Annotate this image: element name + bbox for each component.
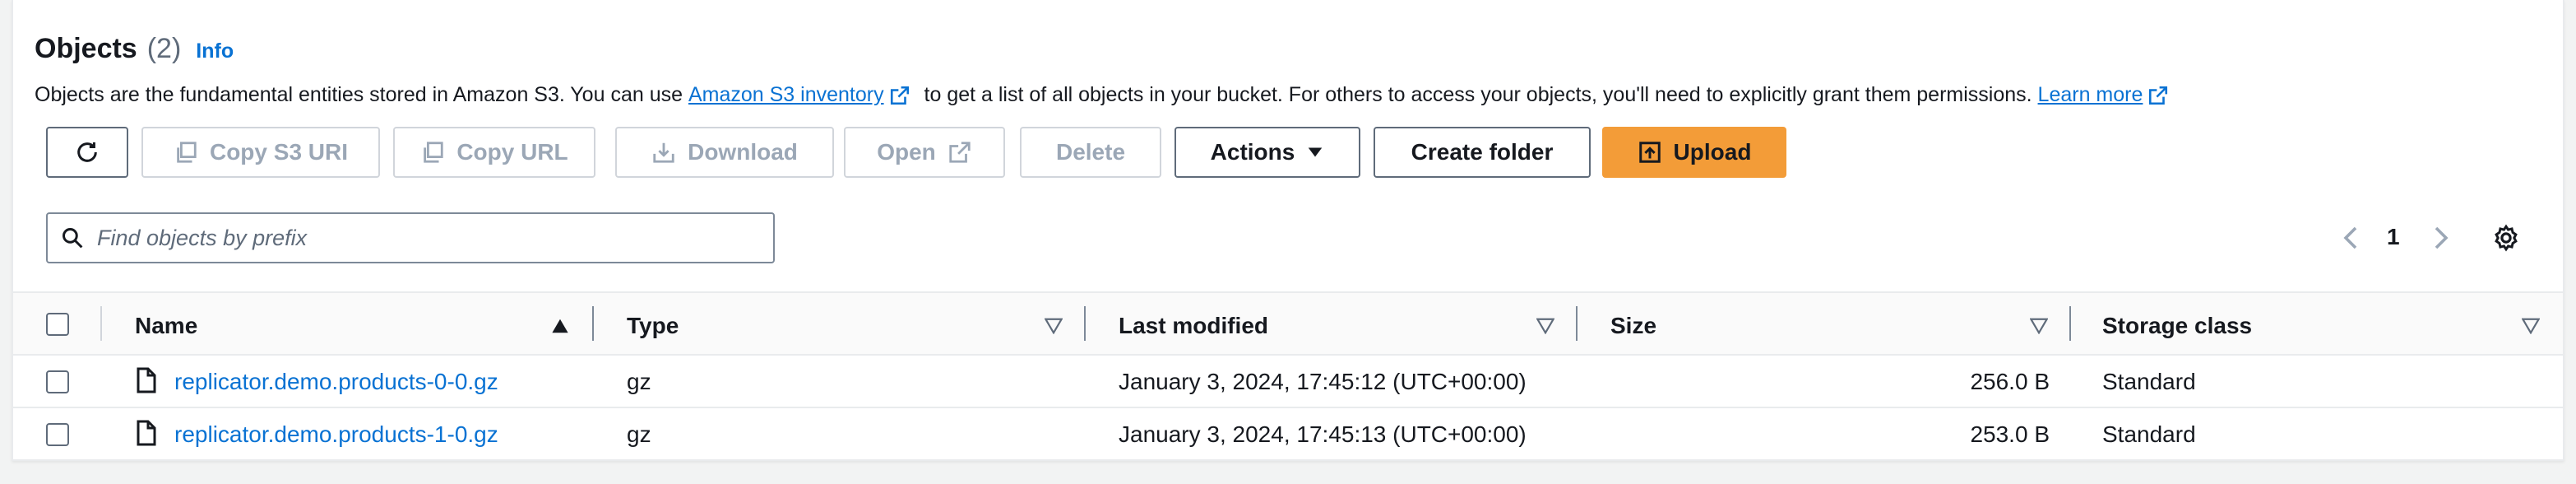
inventory-link[interactable]: Amazon S3 inventory [688,83,884,107]
column-header-storage-class[interactable]: Storage class [2102,313,2252,339]
download-icon [653,142,674,163]
copy-icon [424,142,443,163]
search-icon [63,228,83,249]
description-text-2: to get a list of all objects in your buc… [918,83,2038,106]
object-name-link[interactable]: replicator.demo.products-1-0.gz [174,421,498,448]
column-header-size[interactable]: Size [1610,313,1656,339]
copy-url-label: Copy URL [456,139,568,165]
search-box [46,212,775,263]
learn-more-link[interactable]: Learn more [2038,83,2143,107]
file-icon [137,367,156,393]
sort-down-icon[interactable] [1536,318,1554,334]
column-divider[interactable] [2069,306,2071,341]
external-link-icon[interactable] [2147,85,2169,106]
object-last-modified: January 3, 2024, 17:45:12 (UTC+00:00) [1119,369,1527,394]
upload-button[interactable]: Upload [1602,127,1786,178]
table-row: replicator.demo.products-1-0.gz gz Janua… [13,408,2563,461]
settings-icon[interactable] [2492,224,2520,252]
description: Objects are the fundamental entities sto… [35,83,2177,107]
object-name-link[interactable]: replicator.demo.products-0-0.gz [174,369,498,395]
delete-label: Delete [1055,139,1126,165]
column-divider[interactable] [1084,306,1086,341]
column-header-type[interactable]: Type [627,313,679,339]
object-type: gz [627,369,651,394]
column-divider[interactable] [592,306,594,341]
objects-header: Objects (2) Info [35,33,234,65]
download-button[interactable]: Download [615,127,834,178]
page-number[interactable]: 1 [2387,224,2400,250]
delete-button[interactable]: Delete [1020,127,1161,178]
refresh-icon [77,142,97,162]
copy-s3-uri-label: Copy S3 URI [209,139,349,165]
row-checkbox[interactable] [46,370,69,393]
search-input[interactable] [95,224,740,252]
object-size: 256.0 B [1970,369,2050,394]
table-header: Name Type Last modified Size Storage cla… [13,291,2563,356]
object-count: (2) [146,33,182,64]
external-link-icon[interactable] [889,85,910,106]
chevron-right-icon[interactable] [2431,224,2451,252]
file-icon [137,420,156,446]
upload-label: Upload [1673,139,1752,165]
open-label: Open [877,139,936,165]
object-type: gz [627,421,651,447]
column-header-last-modified[interactable]: Last modified [1119,313,1268,339]
download-label: Download [688,139,798,165]
column-divider [100,306,102,341]
sort-down-icon[interactable] [2522,318,2540,334]
copy-url-button[interactable]: Copy URL [393,127,595,178]
upload-icon [1638,142,1661,163]
caret-down-icon [1309,147,1323,157]
info-link[interactable]: Info [196,40,234,63]
create-folder-label: Create folder [1411,139,1554,165]
copy-icon [177,142,197,163]
table-row: replicator.demo.products-0-0.gz gz Janua… [13,356,2563,408]
sort-down-icon[interactable] [1045,318,1063,334]
object-last-modified: January 3, 2024, 17:45:13 (UTC+00:00) [1119,421,1527,447]
create-folder-button[interactable]: Create folder [1374,127,1591,178]
row-checkbox[interactable] [46,423,69,446]
actions-label: Actions [1210,139,1295,165]
external-link-icon [949,142,971,163]
description-text-1: Objects are the fundamental entities sto… [35,83,688,106]
select-all-checkbox[interactable] [46,313,69,336]
object-storage-class: Standard [2102,369,2196,394]
refresh-button[interactable] [46,127,128,178]
object-size: 253.0 B [1970,421,2050,447]
sort-asc-icon[interactable] [551,318,569,334]
column-header-name[interactable]: Name [135,313,197,339]
sort-down-icon[interactable] [2030,318,2048,334]
page-title: Objects [35,33,137,64]
copy-s3-uri-button[interactable]: Copy S3 URI [141,127,380,178]
chevron-left-icon[interactable] [2341,224,2361,252]
actions-button[interactable]: Actions [1174,127,1360,178]
column-divider[interactable] [1576,306,1578,341]
object-storage-class: Standard [2102,421,2196,447]
open-button[interactable]: Open [844,127,1005,178]
